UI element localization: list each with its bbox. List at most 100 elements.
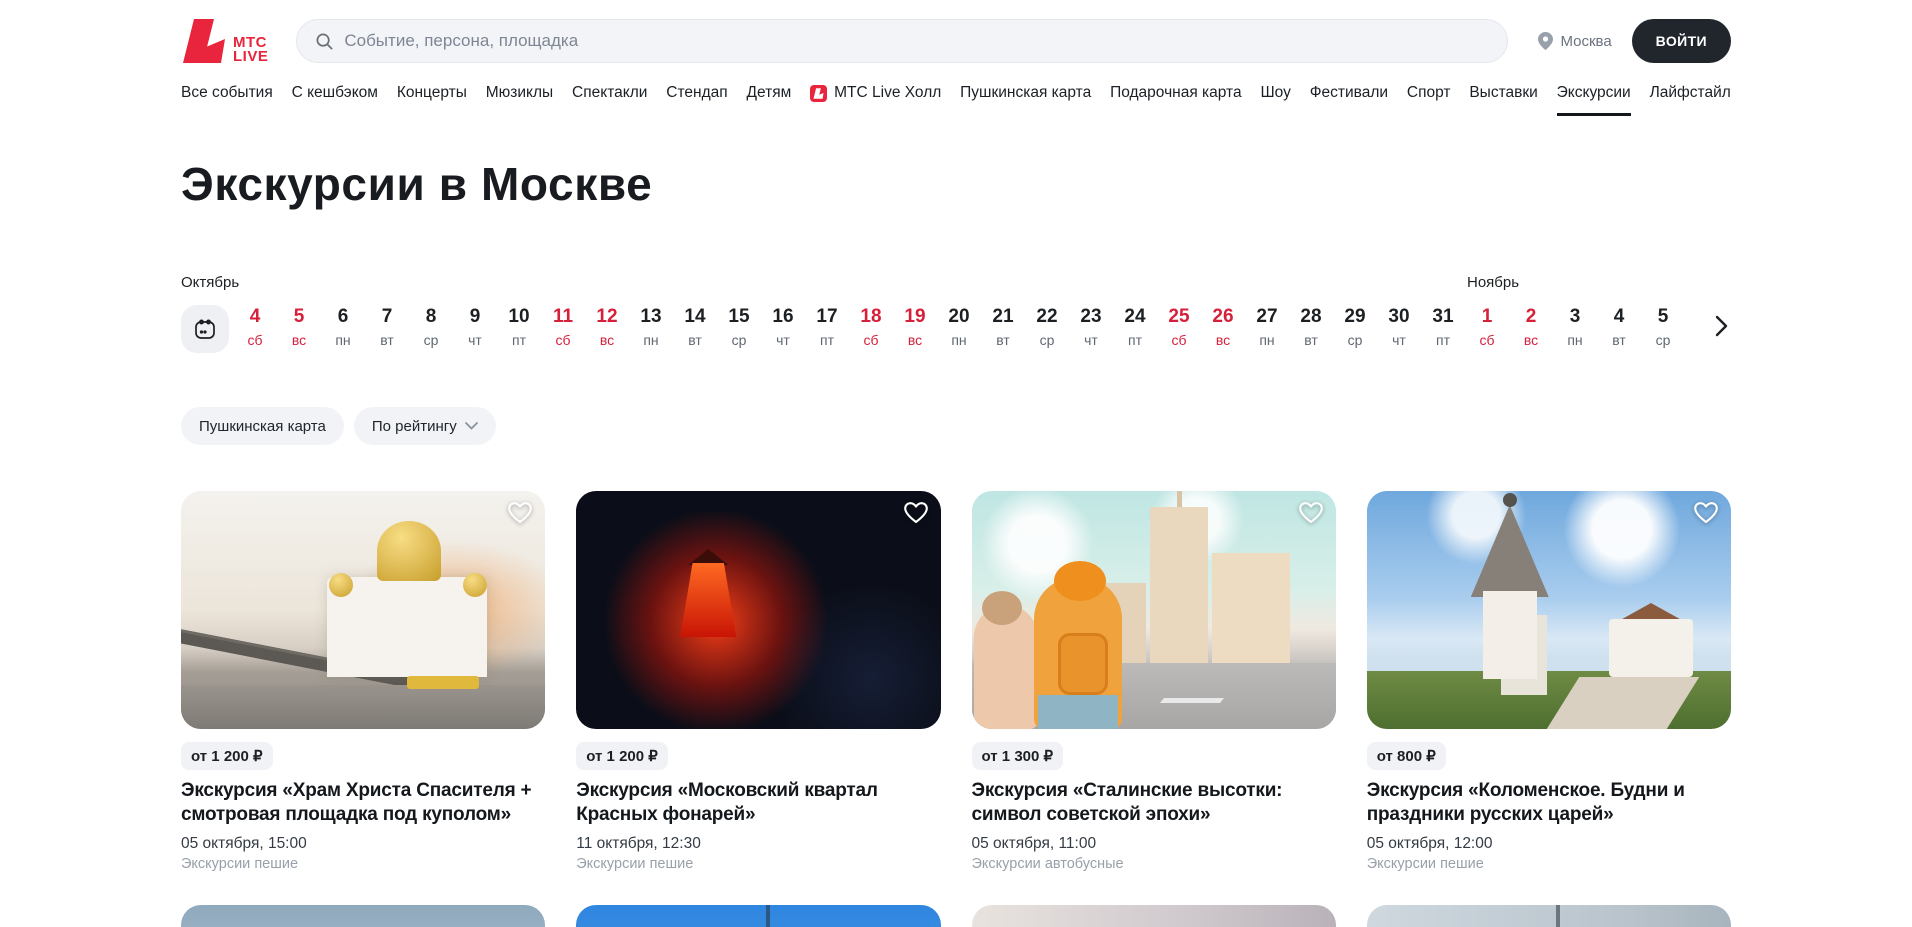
calendar-day[interactable]: 3пн (1553, 305, 1597, 348)
nav-item[interactable]: Подарочная карта (1110, 84, 1242, 104)
calendar-day[interactable]: 31пт (1421, 305, 1465, 348)
calendar-day-number: 5 (1641, 306, 1685, 328)
calendar-day[interactable]: 4вт (1597, 305, 1641, 348)
calendar-day[interactable]: 10пт (497, 305, 541, 348)
sort-dropdown[interactable]: По рейтингу (354, 407, 496, 445)
calendar-day[interactable]: 28вт (1289, 305, 1333, 348)
favorite-heart-icon[interactable] (507, 501, 533, 528)
nav-item[interactable]: Пушкинская карта (960, 84, 1091, 104)
calendar-day[interactable]: 18сб (849, 305, 893, 348)
calendar-day[interactable]: 30чт (1377, 305, 1421, 348)
calendar-day[interactable]: 16чт (761, 305, 805, 348)
calendar-day[interactable]: 5ср (1641, 305, 1685, 348)
calendar-day[interactable]: 27пн (1245, 305, 1289, 348)
nav-item[interactable]: МТС Live Холл (810, 84, 941, 104)
calendar-day-weekday: вт (673, 332, 717, 348)
nav-item[interactable]: Спектакли (572, 84, 647, 104)
event-card-image[interactable] (181, 905, 545, 927)
event-card-image[interactable] (972, 905, 1336, 927)
event-card-image[interactable] (972, 491, 1336, 729)
calendar-day-weekday: чт (1377, 332, 1421, 348)
event-card-image[interactable] (576, 905, 940, 927)
search-bar[interactable] (296, 19, 1508, 63)
calendar-icon (194, 318, 216, 340)
event-card-image[interactable] (576, 491, 940, 729)
calendar-day[interactable]: 17пт (805, 305, 849, 348)
nav-item[interactable]: С кешбэком (292, 84, 378, 104)
calendar-day[interactable]: 1сб (1465, 305, 1509, 348)
nav-item[interactable]: Детям (747, 84, 792, 104)
calendar-day-weekday: чт (1069, 332, 1113, 348)
event-card-partial[interactable] (576, 905, 940, 927)
nav-item[interactable]: Экскурсии (1557, 84, 1631, 104)
event-card-image[interactable] (1367, 905, 1731, 927)
filter-chip-pushkin-card[interactable]: Пушкинская карта (181, 407, 344, 445)
calendar-day[interactable]: 25сб (1157, 305, 1201, 348)
photo-shape-quay (181, 685, 545, 729)
calendar-next-button[interactable] (1711, 313, 1731, 342)
calendar-day[interactable]: 6пн (321, 305, 365, 348)
favorite-heart-icon[interactable] (903, 501, 929, 528)
calendar-day[interactable]: 19вс (893, 305, 937, 348)
calendar-day[interactable]: 9чт (453, 305, 497, 348)
nav-item[interactable]: Концерты (397, 84, 467, 104)
calendar-day[interactable]: 20пн (937, 305, 981, 348)
calendar-day[interactable]: 29ср (1333, 305, 1377, 348)
mts-live-logo[interactable]: МТС LIVE (181, 18, 268, 64)
filter-bar: Пушкинская карта По рейтингу (181, 407, 1731, 445)
nav-item[interactable]: Мюзиклы (486, 84, 553, 104)
event-card[interactable]: от 1 200 ₽ Экскурсия «Московский квартал… (576, 491, 940, 872)
calendar-day[interactable]: 2вс (1509, 305, 1553, 348)
search-input[interactable] (344, 31, 1489, 51)
calendar-day[interactable]: 7вт (365, 305, 409, 348)
event-title[interactable]: Экскурсия «Храм Христа Спасителя + смотр… (181, 779, 545, 827)
nav-item-label: Концерты (397, 84, 467, 102)
nav-item[interactable]: Стендап (666, 84, 727, 104)
calendar-day[interactable]: 13пн (629, 305, 673, 348)
nav-item[interactable]: Выставки (1469, 84, 1537, 104)
calendar-day[interactable]: 11сб (541, 305, 585, 348)
calendar-day[interactable]: 22ср (1025, 305, 1069, 348)
calendar-day[interactable]: 24пт (1113, 305, 1157, 348)
calendar-day[interactable]: 5вс (277, 305, 321, 348)
calendar-day-number: 28 (1289, 306, 1333, 328)
calendar-day[interactable]: 23чт (1069, 305, 1113, 348)
event-title[interactable]: Экскурсия «Московский квартал Красных фо… (576, 779, 940, 827)
favorite-heart-icon[interactable] (1693, 501, 1719, 528)
calendar-day[interactable]: 26вс (1201, 305, 1245, 348)
search-icon (315, 32, 334, 51)
nav-item[interactable]: Лайфстайл (1650, 84, 1731, 104)
event-card-image[interactable] (1367, 491, 1731, 729)
nav-item[interactable]: Спорт (1407, 84, 1451, 104)
nav-item[interactable]: Все события (181, 84, 273, 104)
event-photo (1367, 491, 1731, 729)
calendar-day-number: 3 (1553, 306, 1597, 328)
event-card-partial[interactable] (1367, 905, 1731, 927)
calendar-day[interactable]: 8ср (409, 305, 453, 348)
event-title[interactable]: Экскурсия «Сталинские высотки: символ со… (972, 779, 1336, 827)
calendar-day-number: 4 (1597, 306, 1641, 328)
photo-shape-jeans1 (1038, 695, 1118, 729)
city-selector[interactable]: Москва (1538, 32, 1611, 50)
event-card[interactable]: от 1 300 ₽ Экскурсия «Сталинские высотки… (972, 491, 1336, 872)
event-card-image[interactable] (181, 491, 545, 729)
calendar-day-number: 13 (629, 306, 673, 328)
calendar-picker-button[interactable] (181, 305, 229, 353)
event-card[interactable]: от 800 ₽ Экскурсия «Коломенское. Будни и… (1367, 491, 1731, 872)
calendar-day[interactable]: 15ср (717, 305, 761, 348)
event-card[interactable]: от 1 200 ₽ Экскурсия «Храм Христа Спасит… (181, 491, 545, 872)
nav-item[interactable]: Шоу (1260, 84, 1290, 104)
calendar-day[interactable]: 14вт (673, 305, 717, 348)
calendar-day[interactable]: 21вт (981, 305, 1025, 348)
event-title[interactable]: Экскурсия «Коломенское. Будни и праздник… (1367, 779, 1731, 827)
event-card-partial[interactable] (972, 905, 1336, 927)
calendar-day[interactable]: 4сб (233, 305, 277, 348)
login-button[interactable]: ВОЙТИ (1632, 19, 1731, 63)
favorite-heart-icon[interactable] (1298, 501, 1324, 528)
calendar-day[interactable]: 12вс (585, 305, 629, 348)
event-card-grid: от 1 200 ₽ Экскурсия «Храм Христа Спасит… (181, 491, 1731, 872)
calendar-day-weekday: пт (497, 332, 541, 348)
nav-item[interactable]: Фестивали (1310, 84, 1388, 104)
event-card-partial[interactable] (181, 905, 545, 927)
event-date: 05 октября, 12:00 (1367, 835, 1731, 853)
